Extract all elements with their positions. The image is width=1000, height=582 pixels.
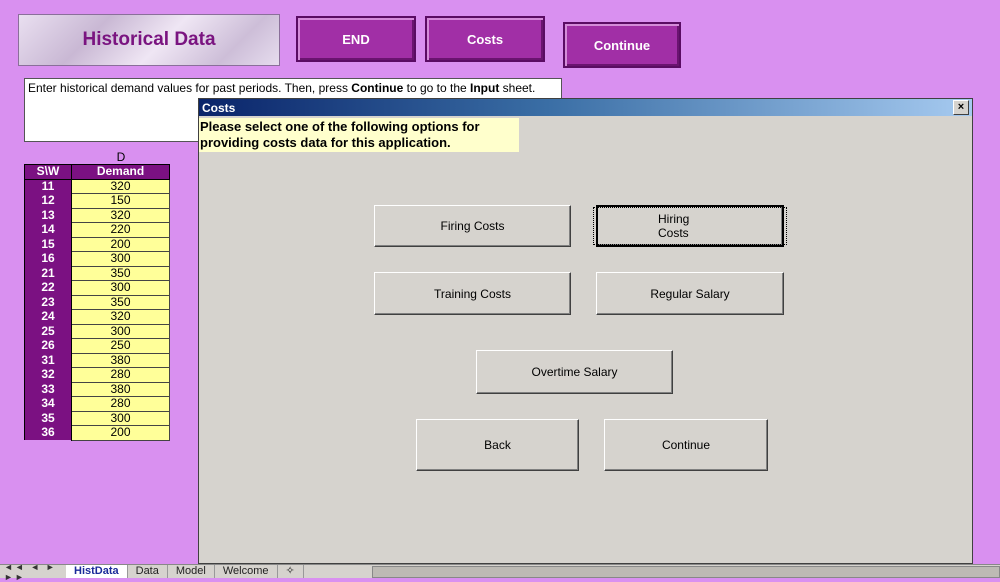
table-row: 33 380 — [24, 381, 170, 397]
demand-cell[interactable]: 220 — [71, 222, 170, 238]
table-row: 24 320 — [24, 309, 170, 325]
dialog-message: Please select one of the following optio… — [199, 118, 519, 152]
dialog-titlebar[interactable]: Costs × — [199, 99, 972, 116]
period-cell: 13 — [24, 208, 72, 223]
header-sw: S\W — [24, 164, 72, 180]
sheet-tabs-bar: ◄◄ ◄ ► ►► HistData Data Model Welcome ✧ — [0, 562, 1000, 582]
period-cell: 15 — [24, 237, 72, 252]
header-demand: Demand — [71, 164, 170, 180]
period-cell: 31 — [24, 353, 72, 368]
demand-cell[interactable]: 300 — [71, 280, 170, 296]
demand-cell[interactable]: 280 — [71, 367, 170, 383]
table-row: 36 200 — [24, 425, 170, 441]
back-button[interactable]: Back — [416, 419, 579, 471]
overtime-salary-label: Overtime Salary — [531, 365, 618, 379]
table-row: 13 320 — [24, 207, 170, 223]
firing-costs-label: Firing Costs — [440, 219, 505, 233]
dialog-title: Costs — [202, 100, 236, 115]
period-cell: 26 — [24, 338, 72, 353]
period-cell: 34 — [24, 396, 72, 411]
demand-cell[interactable]: 300 — [71, 410, 170, 426]
table-row: 16 300 — [24, 251, 170, 267]
period-cell: 14 — [24, 222, 72, 237]
demand-cell[interactable]: 300 — [71, 251, 170, 267]
period-cell: 21 — [24, 266, 72, 281]
sheet-tab-histdata[interactable]: HistData — [66, 565, 128, 578]
hiring-costs-label: Hiring Costs — [593, 207, 787, 245]
costs-button[interactable]: Costs — [425, 16, 545, 62]
period-cell: 23 — [24, 295, 72, 310]
sheet-tab-data[interactable]: Data — [128, 565, 168, 578]
sheet-tab-welcome[interactable]: Welcome — [215, 565, 278, 578]
sheet-nav-arrows-icon[interactable]: ◄◄ ◄ ► ►► — [0, 562, 66, 582]
period-cell: 24 — [24, 309, 72, 324]
instructions-part2: to go to the — [403, 81, 470, 95]
period-cell: 22 — [24, 280, 72, 295]
table-row: 21 350 — [24, 265, 170, 281]
dialog-continue-button[interactable]: Continue — [604, 419, 768, 471]
table-row: 32 280 — [24, 367, 170, 383]
continue-sheet-button[interactable]: Continue — [563, 22, 681, 68]
sheet-title-banner: Historical Data — [18, 14, 280, 66]
insert-sheet-icon[interactable]: ✧ — [278, 565, 304, 578]
demand-cell[interactable]: 200 — [71, 425, 170, 441]
period-cell: 25 — [24, 324, 72, 339]
demand-cell[interactable]: 380 — [71, 352, 170, 368]
period-cell: 33 — [24, 382, 72, 397]
training-costs-label: Training Costs — [434, 286, 511, 301]
horizontal-scrollbar[interactable] — [372, 565, 1000, 578]
table-row: 12 150 — [24, 193, 170, 209]
firing-costs-button[interactable]: Firing Costs — [374, 205, 571, 247]
demand-cell[interactable]: 350 — [71, 265, 170, 281]
regular-salary-label: Regular Salary — [650, 286, 730, 301]
end-button[interactable]: END — [296, 16, 416, 62]
table-row: 34 280 — [24, 396, 170, 412]
dialog-continue-label: Continue — [661, 438, 711, 452]
close-icon[interactable]: × — [953, 100, 969, 115]
table-row: 23 350 — [24, 294, 170, 310]
demand-cell[interactable]: 320 — [71, 178, 170, 194]
period-cell: 11 — [24, 179, 72, 194]
period-cell: 35 — [24, 411, 72, 426]
demand-cell[interactable]: 380 — [71, 381, 170, 397]
table-row: 26 250 — [24, 338, 170, 354]
table-row: 11 320 — [24, 178, 170, 194]
training-costs-button[interactable]: Training Costs — [374, 272, 571, 315]
demand-table: S\W Demand 11 320 12 150 13 320 14 220 15 200 16 30… — [24, 164, 170, 441]
demand-cell[interactable]: 150 — [71, 193, 170, 209]
instructions-part3: sheet. — [499, 81, 536, 95]
instructions-bold-input: Input — [470, 81, 500, 95]
column-letter-d: D — [116, 150, 126, 164]
table-row: 15 200 — [24, 236, 170, 252]
table-row: 31 380 — [24, 352, 170, 368]
instructions-bold-continue: Continue — [351, 81, 404, 95]
back-label: Back — [484, 438, 511, 452]
period-cell: 12 — [24, 193, 72, 208]
costs-dialog: Costs × Please select one of the followi… — [198, 98, 973, 564]
demand-cell[interactable]: 200 — [71, 236, 170, 252]
instructions-part1: Enter historical demand values for past … — [28, 81, 352, 95]
regular-salary-button[interactable]: Regular Salary — [596, 272, 784, 315]
sheet-tab-model[interactable]: Model — [168, 565, 215, 578]
demand-cell[interactable]: 320 — [71, 207, 170, 223]
period-cell: 36 — [24, 425, 72, 440]
period-cell: 32 — [24, 367, 72, 382]
hiring-costs-button[interactable]: Hiring Costs — [593, 205, 787, 247]
demand-cell[interactable]: 250 — [71, 338, 170, 354]
demand-cell[interactable]: 300 — [71, 323, 170, 339]
table-row: 22 300 — [24, 280, 170, 296]
table-row: 35 300 — [24, 410, 170, 426]
sheet-title: Historical Data — [82, 29, 216, 50]
period-cell: 16 — [24, 251, 72, 266]
table-row: 25 300 — [24, 323, 170, 339]
table-row: 14 220 — [24, 222, 170, 238]
overtime-salary-button[interactable]: Overtime Salary — [476, 350, 673, 394]
demand-cell[interactable]: 350 — [71, 294, 170, 310]
demand-cell[interactable]: 320 — [71, 309, 170, 325]
demand-cell[interactable]: 280 — [71, 396, 170, 412]
